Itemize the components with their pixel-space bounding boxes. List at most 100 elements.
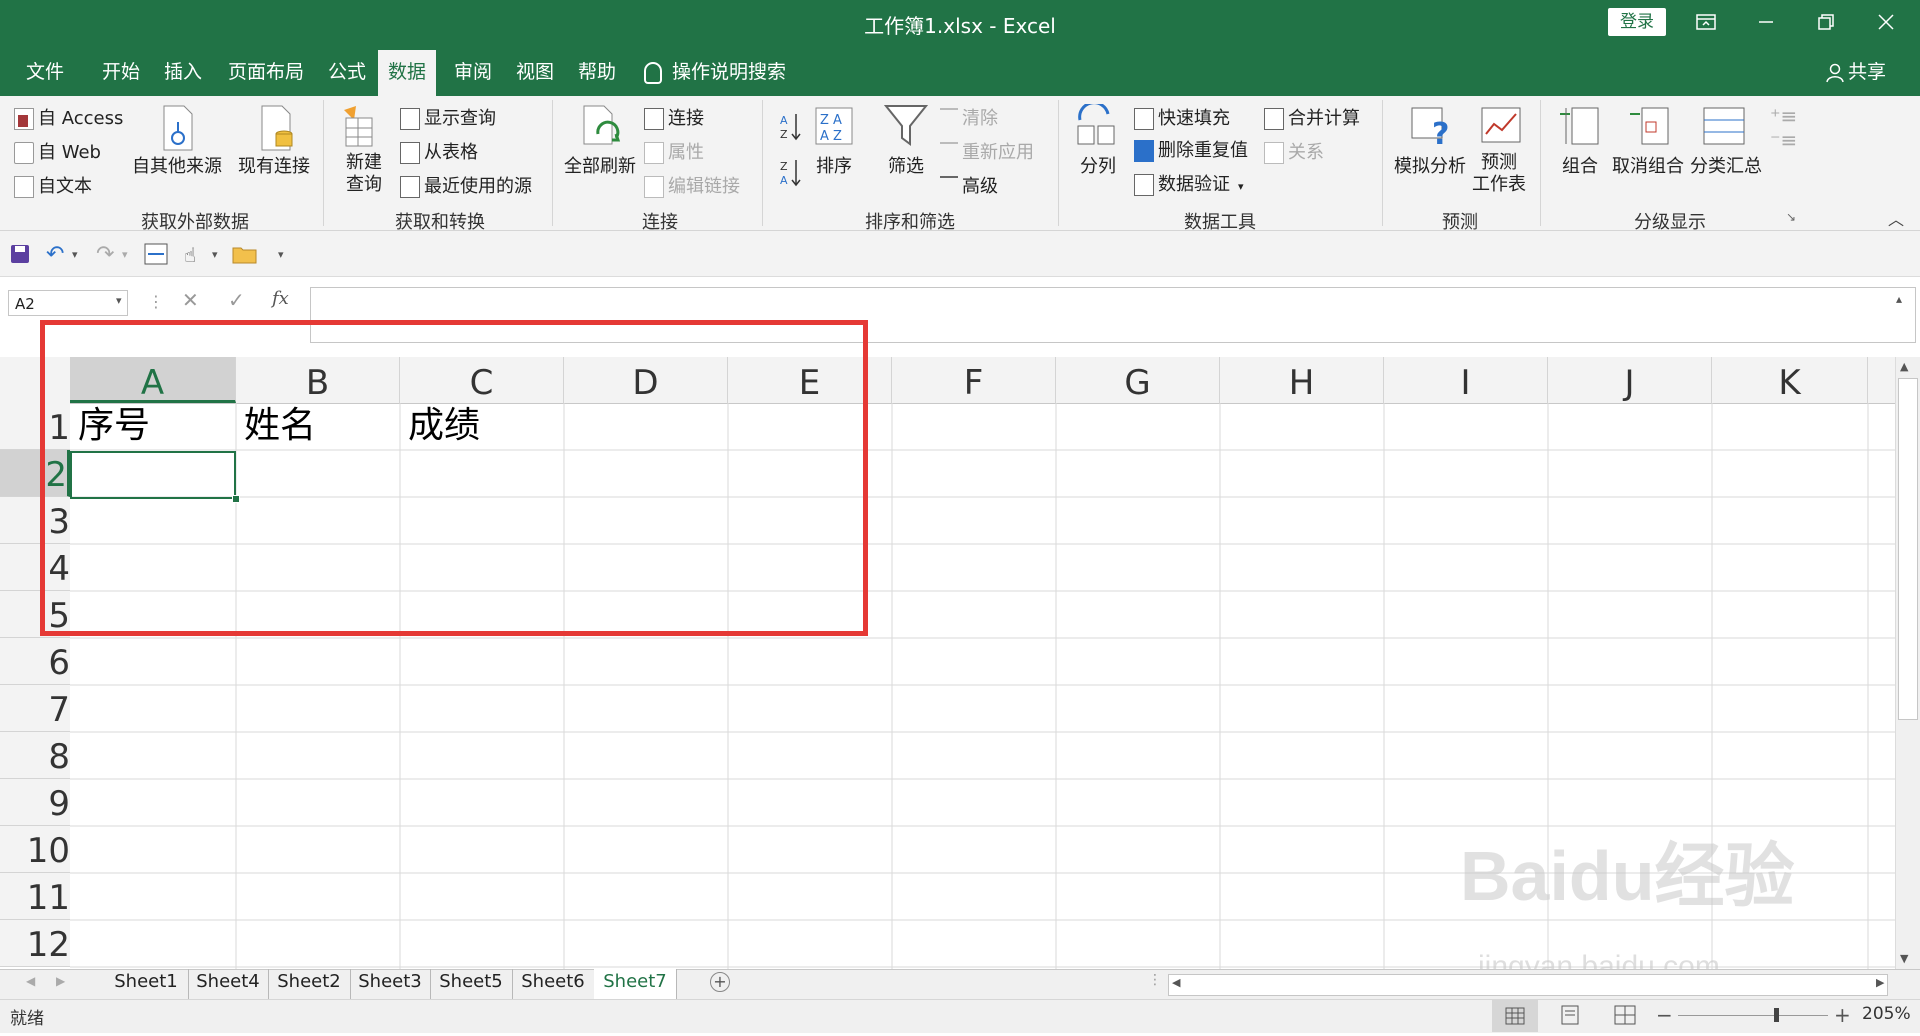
tab-view[interactable]: 视图 xyxy=(506,58,564,96)
page-layout-view-icon[interactable] xyxy=(1560,1005,1580,1029)
other-sources-button[interactable]: 自其他来源 xyxy=(132,152,222,178)
column-header-i[interactable]: I xyxy=(1384,357,1548,403)
customize-qat-icon[interactable]: ▾ xyxy=(278,248,284,261)
edit-links-button[interactable]: 编辑链接 xyxy=(644,172,740,198)
row-header-8[interactable]: 8 xyxy=(0,732,70,779)
undo-icon[interactable]: ↶ xyxy=(46,242,64,267)
collapse-ribbon-icon[interactable]: ︿ xyxy=(1888,206,1904,230)
sheet-tab-sheet5[interactable]: Sheet5 xyxy=(430,969,513,999)
scroll-right-icon[interactable]: ▶ xyxy=(1876,976,1884,989)
tab-page-layout[interactable]: 页面布局 xyxy=(218,58,314,96)
remove-duplicates-button[interactable]: 删除重复值 xyxy=(1134,136,1248,162)
row-header-6[interactable]: 6 xyxy=(0,638,70,685)
refresh-all-button[interactable]: 全部刷新 xyxy=(564,152,636,178)
chevron-down-icon[interactable]: ▾ xyxy=(116,294,122,307)
login-button[interactable]: 登录 xyxy=(1608,8,1666,36)
tab-formulas[interactable]: 公式 xyxy=(318,58,376,96)
tab-insert[interactable]: 插入 xyxy=(154,58,212,96)
redo-icon[interactable]: ↷ xyxy=(96,242,114,267)
ribbon-display-options-icon[interactable] xyxy=(1676,0,1736,44)
close-icon[interactable] xyxy=(1856,0,1916,44)
zoom-slider-thumb[interactable] xyxy=(1774,1008,1779,1022)
name-box[interactable]: A2 xyxy=(8,290,128,316)
scroll-up-icon[interactable]: ▲ xyxy=(1900,360,1908,373)
tab-data[interactable]: 数据 xyxy=(378,50,437,96)
restore-icon[interactable] xyxy=(1796,0,1856,44)
recent-sources-button[interactable]: 最近使用的源 xyxy=(400,172,532,198)
zoom-out-icon[interactable]: − xyxy=(1656,1003,1673,1027)
chevron-down-icon[interactable]: ▾ xyxy=(122,248,128,261)
ungroup-button[interactable]: 取消组合 xyxy=(1612,152,1684,178)
relationships-button[interactable]: 关系 xyxy=(1264,138,1324,164)
from-text-button[interactable]: 自文本 xyxy=(14,172,92,198)
add-sheet-icon[interactable]: + xyxy=(710,972,730,992)
sort-descending-icon[interactable]: ZA xyxy=(780,158,802,192)
cancel-entry-icon[interactable]: ✕ xyxy=(182,288,199,312)
existing-connections-button[interactable]: 现有连接 xyxy=(238,152,310,178)
tab-file[interactable]: 文件 xyxy=(16,58,74,96)
show-queries-button[interactable]: 显示查询 xyxy=(400,104,496,130)
page-break-view-icon[interactable] xyxy=(1614,1005,1636,1029)
advanced-filter-button[interactable]: 高级 xyxy=(940,172,998,198)
column-header-g[interactable]: G xyxy=(1056,357,1220,403)
row-header-7[interactable]: 7 xyxy=(0,685,70,732)
insert-function-icon[interactable]: fx xyxy=(272,288,289,309)
tab-home[interactable]: 开始 xyxy=(92,58,150,96)
clear-filter-button[interactable]: 清除 xyxy=(940,104,998,130)
zoom-in-icon[interactable]: + xyxy=(1834,1003,1851,1027)
connections-button[interactable]: 连接 xyxy=(644,104,704,130)
chevron-down-icon[interactable]: ▾ xyxy=(72,248,78,261)
sheet-tab-sheet1[interactable]: Sheet1 xyxy=(104,969,189,999)
consolidate-button[interactable]: 合并计算 xyxy=(1264,104,1360,130)
tab-review[interactable]: 审阅 xyxy=(444,58,502,96)
horizontal-scrollbar[interactable] xyxy=(1168,974,1888,996)
next-sheet-icon[interactable]: ▶ xyxy=(56,974,65,988)
column-header-h[interactable]: H xyxy=(1220,357,1384,403)
sheet-tab-sheet7[interactable]: Sheet7 xyxy=(594,969,677,1002)
prev-sheet-icon[interactable]: ◀ xyxy=(26,974,35,988)
tab-split-handle-icon[interactable]: ⋮ xyxy=(1148,972,1162,988)
from-access-button[interactable]: 自 Access xyxy=(14,104,123,130)
drag-handle-icon[interactable]: ⋮ xyxy=(148,292,164,311)
zoom-level[interactable]: 205% xyxy=(1862,1004,1911,1024)
sheet-tab-sheet3[interactable]: Sheet3 xyxy=(350,969,431,999)
save-icon[interactable] xyxy=(10,244,30,268)
sheet-tab-sheet4[interactable]: Sheet4 xyxy=(188,969,269,999)
column-header-k[interactable]: K xyxy=(1712,357,1868,403)
zoom-slider-track[interactable] xyxy=(1678,1015,1828,1016)
column-header-f[interactable]: F xyxy=(892,357,1056,403)
tell-me-search[interactable]: 操作说明搜索 xyxy=(644,58,786,86)
text-to-columns-button[interactable]: 分列 xyxy=(1080,152,1116,178)
page-width-icon[interactable] xyxy=(144,243,168,269)
chevron-down-icon[interactable]: ▾ xyxy=(212,248,218,261)
subtotal-button[interactable]: 分类汇总 xyxy=(1690,152,1762,178)
row-header-10[interactable]: 10 xyxy=(0,826,70,873)
sort-ascending-icon[interactable]: AZ xyxy=(780,112,802,146)
data-validation-button[interactable]: 数据验证 ▾ xyxy=(1134,170,1244,196)
properties-button[interactable]: 属性 xyxy=(644,138,704,164)
show-hide-detail-icon[interactable]: ⁺≡ ⁻≡ xyxy=(1770,104,1797,152)
normal-view-button[interactable] xyxy=(1492,1000,1538,1032)
filter-button[interactable]: 筛选 xyxy=(888,152,924,178)
new-query-button[interactable]: 新建 查询 xyxy=(346,152,382,196)
sheet-tab-sheet2[interactable]: Sheet2 xyxy=(268,969,351,999)
dialog-launcher-icon[interactable]: ↘ xyxy=(1786,210,1796,224)
minimize-icon[interactable] xyxy=(1736,0,1796,44)
vertical-scroll-thumb[interactable] xyxy=(1898,378,1918,720)
sort-button[interactable]: 排序 xyxy=(816,152,852,178)
from-web-button[interactable]: 自 Web xyxy=(14,138,101,164)
row-header-9[interactable]: 9 xyxy=(0,779,70,826)
flash-fill-button[interactable]: 快速填充 xyxy=(1134,104,1230,130)
open-folder-icon[interactable] xyxy=(232,244,258,268)
share-button[interactable]: 共享 xyxy=(1826,58,1886,86)
what-if-analysis-button[interactable]: 模拟分析 xyxy=(1394,152,1466,178)
expand-formula-bar-icon[interactable]: ▴ xyxy=(1896,292,1902,306)
scroll-left-icon[interactable]: ◀ xyxy=(1172,976,1180,989)
row-header-12[interactable]: 12 xyxy=(0,920,70,967)
confirm-entry-icon[interactable]: ✓ xyxy=(228,288,245,312)
sheet-tab-sheet6[interactable]: Sheet6 xyxy=(512,969,595,999)
group-button[interactable]: 组合 xyxy=(1562,152,1598,178)
reapply-button[interactable]: 重新应用 xyxy=(940,138,1034,164)
touch-mode-icon[interactable]: ☝ xyxy=(184,243,196,267)
column-header-j[interactable]: J xyxy=(1548,357,1712,403)
